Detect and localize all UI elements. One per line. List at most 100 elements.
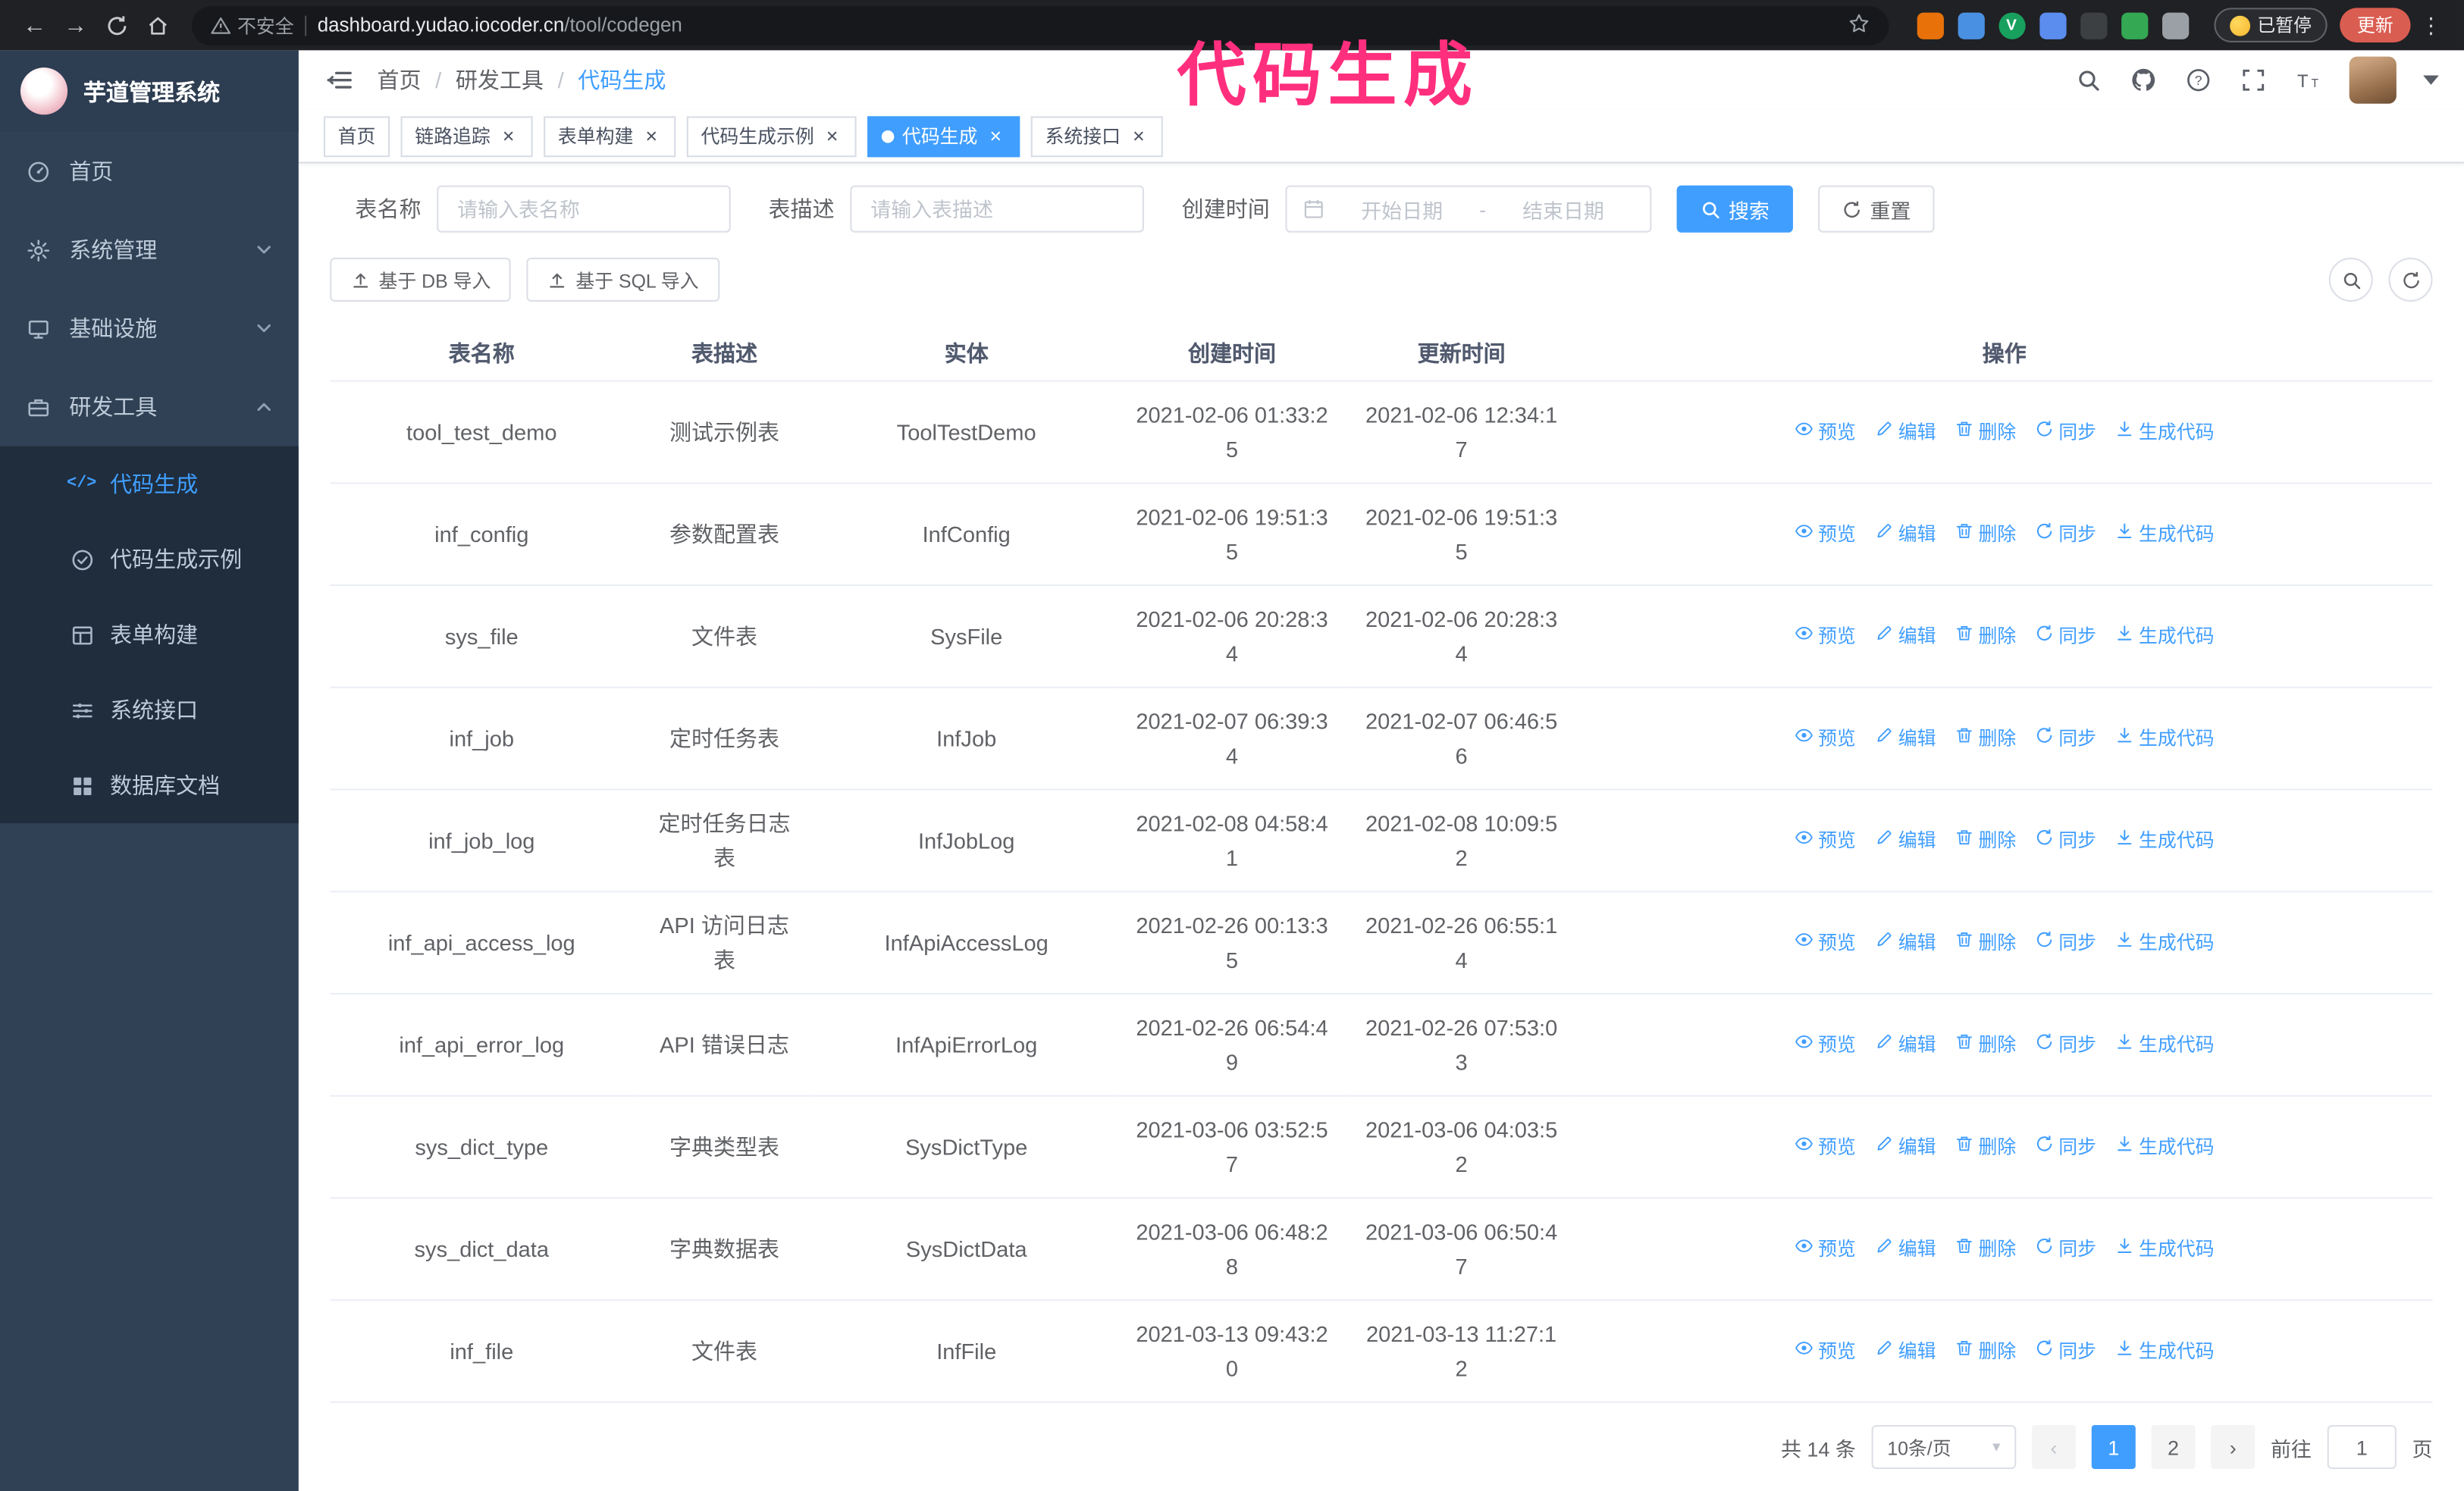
import-sql-button[interactable]: 基于 SQL 导入: [527, 257, 719, 302]
edit-link[interactable]: 编辑: [1875, 415, 1936, 449]
edit-link[interactable]: 编辑: [1875, 619, 1936, 654]
forward-icon[interactable]: →: [57, 6, 95, 44]
toggle-search-button[interactable]: [2328, 257, 2373, 302]
sidebar-item-codegen[interactable]: </> 代码生成: [0, 446, 299, 522]
back-icon[interactable]: ←: [16, 6, 54, 44]
search-icon[interactable]: [2074, 66, 2102, 94]
sidebar-item-form-build[interactable]: 表单构建: [0, 597, 299, 672]
dark-extension-icon[interactable]: [2080, 11, 2107, 39]
edit-link[interactable]: 编辑: [1875, 1028, 1936, 1063]
tab-codegen-example[interactable]: 代码生成示例 ×: [686, 115, 857, 157]
tab-home[interactable]: 首页: [323, 115, 390, 157]
refresh-table-button[interactable]: [2388, 257, 2433, 302]
edit-link[interactable]: 编辑: [1875, 823, 1936, 858]
font-size-icon[interactable]: TT: [2294, 66, 2322, 94]
delete-link[interactable]: 删除: [1955, 1028, 2016, 1063]
user-avatar[interactable]: [2349, 56, 2397, 104]
generate-code-link[interactable]: 生成代码: [2115, 1028, 2214, 1063]
app-logo[interactable]: 芋道管理系统: [0, 50, 299, 133]
page-button-1[interactable]: 1: [2091, 1424, 2136, 1469]
edit-link[interactable]: 编辑: [1875, 721, 1936, 756]
edit-link[interactable]: 编辑: [1875, 1232, 1936, 1267]
chrome-menu-icon[interactable]: ⋮: [2420, 12, 2442, 39]
sync-link[interactable]: 同步: [2035, 1028, 2096, 1063]
eye-link[interactable]: 预览: [1795, 619, 1856, 654]
tab-trace[interactable]: 链路追踪 ×: [400, 115, 533, 157]
delete-link[interactable]: 删除: [1955, 721, 2016, 756]
green-v-extension-icon[interactable]: V: [1998, 11, 2025, 39]
delete-link[interactable]: 删除: [1955, 1334, 2016, 1369]
close-icon[interactable]: ×: [498, 126, 519, 146]
sync-link[interactable]: 同步: [2035, 823, 2096, 858]
fullscreen-icon[interactable]: [2240, 66, 2268, 94]
delete-link[interactable]: 删除: [1955, 1129, 2016, 1164]
sidebar-item-devtools[interactable]: 研发工具: [0, 368, 299, 446]
reload-icon[interactable]: [98, 6, 136, 44]
tab-codegen[interactable]: 代码生成 ×: [867, 115, 1020, 157]
generate-code-link[interactable]: 生成代码: [2115, 1232, 2214, 1267]
search-button[interactable]: 搜索: [1676, 185, 1793, 233]
close-icon[interactable]: ×: [641, 126, 662, 146]
delete-link[interactable]: 删除: [1955, 926, 2016, 960]
delete-link[interactable]: 删除: [1955, 1232, 2016, 1267]
people-extension-icon[interactable]: [2039, 11, 2066, 39]
sidebar-item-home[interactable]: 首页: [0, 132, 299, 211]
edit-link[interactable]: 编辑: [1875, 1129, 1936, 1164]
blue-drop-extension-icon[interactable]: [1957, 11, 1984, 39]
address-bar[interactable]: 不安全 dashboard.yudao.iocoder.cn/tool/code…: [191, 5, 1889, 45]
home-icon[interactable]: [138, 6, 176, 44]
caret-down-icon[interactable]: [2423, 75, 2439, 85]
edit-link[interactable]: 编辑: [1875, 517, 1936, 552]
edit-link[interactable]: 编辑: [1875, 1334, 1936, 1369]
sidebar-item-api[interactable]: 系统接口: [0, 672, 299, 747]
sidebar-item-infra[interactable]: 基础设施: [0, 289, 299, 368]
sync-link[interactable]: 同步: [2035, 721, 2096, 756]
delete-link[interactable]: 删除: [1955, 415, 2016, 449]
date-range-picker[interactable]: 开始日期 - 结束日期: [1285, 185, 1652, 233]
sync-link[interactable]: 同步: [2035, 1232, 2096, 1267]
sidebar-item-db-doc[interactable]: 数据库文档: [0, 748, 299, 823]
breadcrumb-item[interactable]: 首页: [377, 64, 421, 96]
generate-code-link[interactable]: 生成代码: [2115, 619, 2214, 654]
next-page-button[interactable]: ›: [2211, 1424, 2256, 1469]
delete-link[interactable]: 删除: [1955, 619, 2016, 654]
sync-link[interactable]: 同步: [2035, 619, 2096, 654]
goto-page-input[interactable]: [2327, 1424, 2397, 1469]
sync-link[interactable]: 同步: [2035, 1334, 2096, 1369]
paused-badge[interactable]: 已暂停: [2213, 8, 2328, 42]
generate-code-link[interactable]: 生成代码: [2115, 823, 2214, 858]
eye-link[interactable]: 预览: [1795, 415, 1856, 449]
tab-api[interactable]: 系统接口 ×: [1030, 115, 1163, 157]
sync-link[interactable]: 同步: [2035, 1129, 2096, 1164]
close-icon[interactable]: ×: [822, 126, 842, 146]
update-button[interactable]: 更新: [2340, 8, 2411, 42]
date-start-placeholder[interactable]: 开始日期: [1331, 194, 1473, 224]
table-desc-input[interactable]: [850, 185, 1144, 233]
sidebar-item-codegen-example[interactable]: 代码生成示例: [0, 522, 299, 597]
sidebar-item-system[interactable]: 系统管理: [0, 211, 299, 290]
generate-code-link[interactable]: 生成代码: [2115, 1334, 2214, 1369]
help-icon[interactable]: ?: [2184, 66, 2212, 94]
close-icon[interactable]: ×: [1128, 126, 1149, 146]
security-warning[interactable]: 不安全: [211, 12, 294, 39]
close-icon[interactable]: ×: [986, 126, 1006, 146]
delete-link[interactable]: 删除: [1955, 517, 2016, 552]
eye-link[interactable]: 预览: [1795, 1028, 1856, 1063]
page-button-2[interactable]: 2: [2151, 1424, 2196, 1469]
edit-link[interactable]: 编辑: [1875, 926, 1936, 960]
eye-link[interactable]: 预览: [1795, 1129, 1856, 1164]
github-icon[interactable]: [2130, 66, 2158, 94]
bookmark-star-icon[interactable]: [1847, 12, 1869, 39]
eye-link[interactable]: 预览: [1795, 517, 1856, 552]
sync-link[interactable]: 同步: [2035, 415, 2096, 449]
generate-code-link[interactable]: 生成代码: [2115, 1129, 2214, 1164]
hamburger-icon[interactable]: [324, 64, 355, 96]
eye-link[interactable]: 预览: [1795, 926, 1856, 960]
sync-link[interactable]: 同步: [2035, 926, 2096, 960]
eye-link[interactable]: 预览: [1795, 823, 1856, 858]
table-name-input[interactable]: [437, 185, 731, 233]
eye-link[interactable]: 预览: [1795, 1334, 1856, 1369]
delete-link[interactable]: 删除: [1955, 823, 2016, 858]
leaf-extension-icon[interactable]: [2121, 11, 2148, 39]
prev-page-button[interactable]: ‹: [2031, 1424, 2076, 1469]
